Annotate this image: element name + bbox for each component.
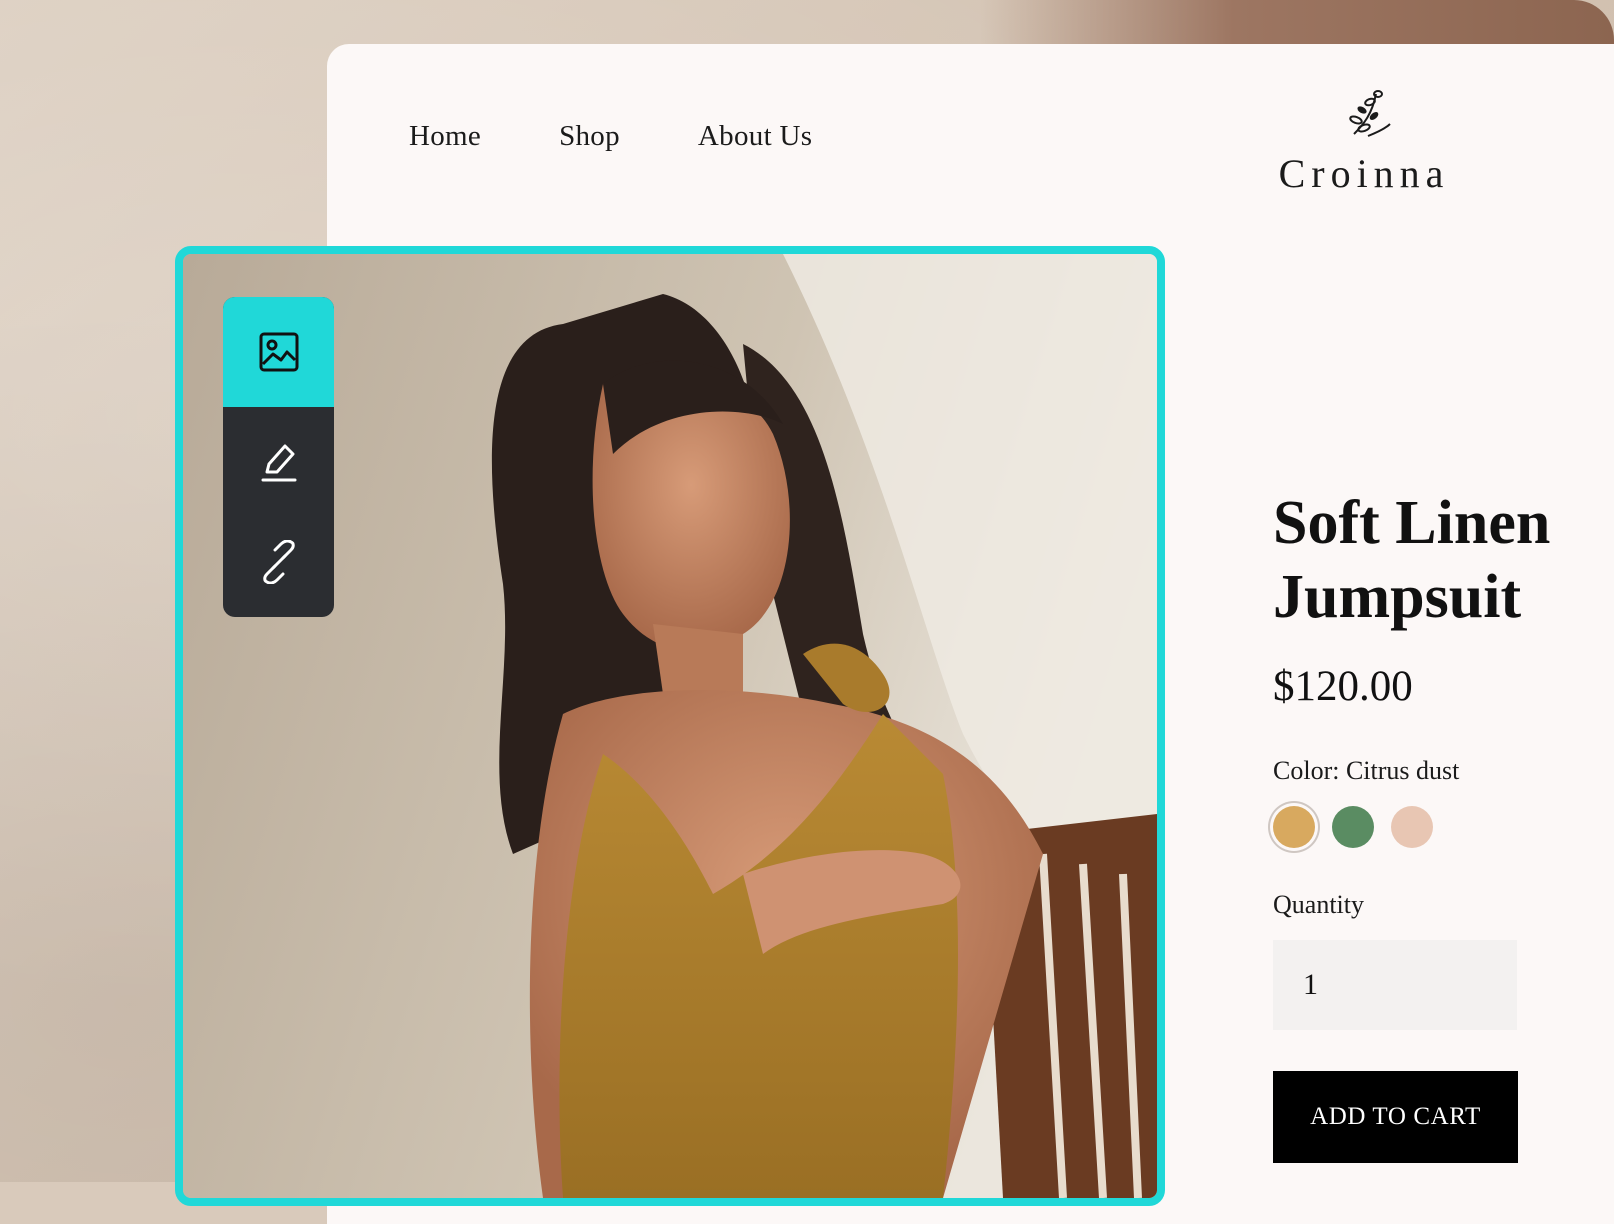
image-tool-button[interactable] [223, 297, 334, 407]
product-title-line-1: Soft Linen [1273, 489, 1551, 557]
main-nav: Home Shop About Us [409, 120, 812, 153]
color-swatch-green[interactable] [1332, 806, 1374, 848]
add-to-cart-button[interactable]: ADD TO CART [1273, 1071, 1518, 1163]
nav-home-link[interactable]: Home [409, 120, 481, 153]
pencil-icon [261, 444, 296, 482]
edit-tool-button[interactable] [223, 407, 334, 517]
color-swatch-blush[interactable] [1391, 806, 1433, 848]
editor-toolbar [223, 297, 334, 617]
brand-logo[interactable]: Croinna [1269, 84, 1459, 197]
image-icon [259, 332, 298, 372]
link-icon [262, 540, 295, 584]
leaf-sprig-icon [1349, 90, 1391, 137]
color-label: Color: Citrus dust [1273, 756, 1460, 785]
brand-name: Croinna [1278, 151, 1450, 196]
product-title-line-2: Jumpsuit [1273, 563, 1522, 631]
quantity-input[interactable] [1273, 940, 1517, 1030]
quantity-label: Quantity [1273, 890, 1364, 919]
color-swatch-citrus-dust[interactable] [1273, 806, 1315, 848]
product-title: Soft Linen Jumpsuit [1273, 486, 1550, 634]
product-price: $120.00 [1273, 663, 1413, 710]
link-tool-button[interactable] [223, 507, 334, 617]
nav-shop-link[interactable]: Shop [559, 120, 620, 153]
nav-about-link[interactable]: About Us [698, 120, 812, 153]
color-swatches [1273, 806, 1433, 848]
